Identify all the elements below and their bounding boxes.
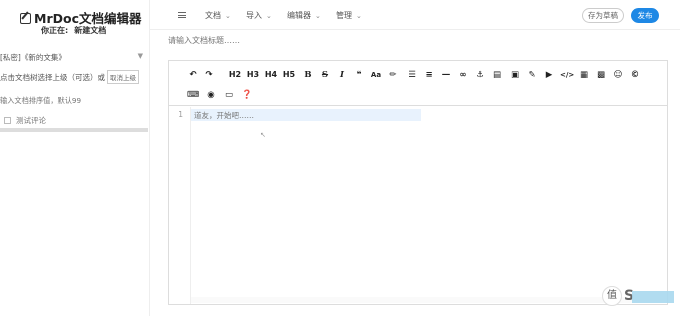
emoji-icon[interactable]: ☺ (612, 69, 624, 81)
location-label: 你正在: (41, 26, 69, 35)
watermark-bar (632, 291, 674, 303)
nav-label: 管理 (336, 11, 352, 20)
project-select[interactable]: [私密]《新的文集》 ▼ (0, 52, 150, 63)
table-icon[interactable]: ▩ (595, 69, 607, 81)
link-icon[interactable]: ∞ (457, 69, 469, 81)
edit-icon (20, 13, 31, 24)
quote-icon[interactable]: ❝ (353, 69, 365, 81)
nav-manage[interactable]: 管理 ⌄ (336, 10, 362, 21)
topbar: 文档 ⌄ 导入 ⌄ 编辑器 ⌄ 管理 ⌄ 存为草稿 发布 (150, 0, 680, 30)
code-icon[interactable]: </> (560, 69, 574, 81)
markdown-editor: ↶ ↷ H2 H3 H4 H5 B S I ❝ Aa ✏ ☰ ≡ — ∞ ⚓ ▤… (168, 60, 668, 305)
paint-brush-icon[interactable]: ✏ (387, 69, 399, 81)
location-doc: 新建文档 (74, 26, 107, 35)
nav-doc[interactable]: 文档 ⌄ (205, 10, 231, 21)
h3-button[interactable]: H3 (246, 69, 260, 81)
h5-button[interactable]: H5 (282, 69, 296, 81)
save-draft-button[interactable]: 存为草稿 (582, 8, 624, 23)
project-label: [私密]《新的文集》 (0, 53, 66, 62)
help-icon[interactable]: ❓ (241, 89, 253, 101)
sidebar-scrollbar[interactable] (0, 128, 148, 132)
anchor-icon[interactable]: ⚓ (474, 69, 486, 81)
redo-icon[interactable]: ↷ (203, 69, 215, 81)
cancel-parent-button[interactable]: 取消上级 (107, 70, 139, 84)
line-gutter: 1 (169, 107, 191, 304)
nav-import[interactable]: 导入 ⌄ (246, 10, 272, 21)
image-icon[interactable]: ▣ (509, 69, 521, 81)
h2-button[interactable]: H2 (228, 69, 242, 81)
chevron-down-icon: ⌄ (356, 12, 362, 20)
location-breadcrumb: 你正在: 新建文档 (41, 25, 106, 36)
parent-label: 点击文档树选择上级（可选）或 (0, 73, 105, 82)
keyboard-icon[interactable]: ⌨ (187, 89, 199, 101)
nav-label: 文档 (205, 11, 221, 20)
undo-icon[interactable]: ↶ (187, 69, 199, 81)
preview-icon[interactable]: ◉ (205, 89, 217, 101)
chevron-down-icon: ⌄ (315, 12, 321, 20)
editor-scrollbar[interactable] (191, 297, 667, 303)
publish-button[interactable]: 发布 (631, 8, 659, 23)
copyright-icon[interactable]: © (629, 69, 641, 81)
comment-toggle[interactable]: 测试评论 (4, 115, 46, 126)
italic-icon[interactable]: I (336, 69, 348, 81)
menu-icon[interactable] (178, 12, 186, 18)
code-block-icon[interactable]: ▦ (578, 69, 590, 81)
ordered-list-icon[interactable]: ≡ (423, 69, 435, 81)
sidebar: MrDoc文档编辑器 你正在: 新建文档 [私密]《新的文集》 ▼ 点击文档树选择上… (0, 0, 150, 316)
fullscreen-icon[interactable]: ▭ (223, 89, 235, 101)
watermark-logo: 值 (602, 286, 622, 306)
mouse-cursor-icon: ↖ (260, 131, 266, 139)
chart-icon[interactable]: ▤ (491, 69, 503, 81)
nav-editor[interactable]: 编辑器 ⌄ (287, 10, 321, 21)
sort-input[interactable] (0, 95, 148, 106)
strikethrough-icon[interactable]: S (319, 69, 331, 81)
editor-toolbar: ↶ ↷ H2 H3 H4 H5 B S I ❝ Aa ✏ ☰ ≡ — ∞ ⚓ ▤… (169, 61, 667, 106)
checkbox[interactable] (4, 117, 11, 124)
horizontal-rule-icon[interactable]: — (440, 69, 452, 81)
brand-text: MrDoc文档编辑器 (34, 11, 142, 26)
h4-button[interactable]: H4 (264, 69, 278, 81)
title-input[interactable] (168, 34, 468, 46)
nav-label: 导入 (246, 11, 262, 20)
parent-doc-row: 点击文档树选择上级（可选）或 取消上级 (0, 70, 150, 86)
comment-label: 测试评论 (16, 116, 46, 125)
chevron-down-icon: ▼ (137, 52, 143, 60)
watermark: 值 S (600, 286, 680, 310)
chevron-down-icon: ⌄ (266, 12, 272, 20)
chevron-down-icon: ⌄ (225, 12, 231, 20)
nav-label: 编辑器 (287, 11, 311, 20)
case-icon[interactable]: Aa (370, 69, 382, 81)
bold-icon[interactable]: B (302, 69, 314, 81)
table-edit-icon[interactable]: ✎ (526, 69, 538, 81)
unordered-list-icon[interactable]: ☰ (406, 69, 418, 81)
content-input[interactable] (194, 109, 419, 121)
video-icon[interactable]: ▶ (543, 69, 555, 81)
line-number: 1 (178, 110, 183, 119)
